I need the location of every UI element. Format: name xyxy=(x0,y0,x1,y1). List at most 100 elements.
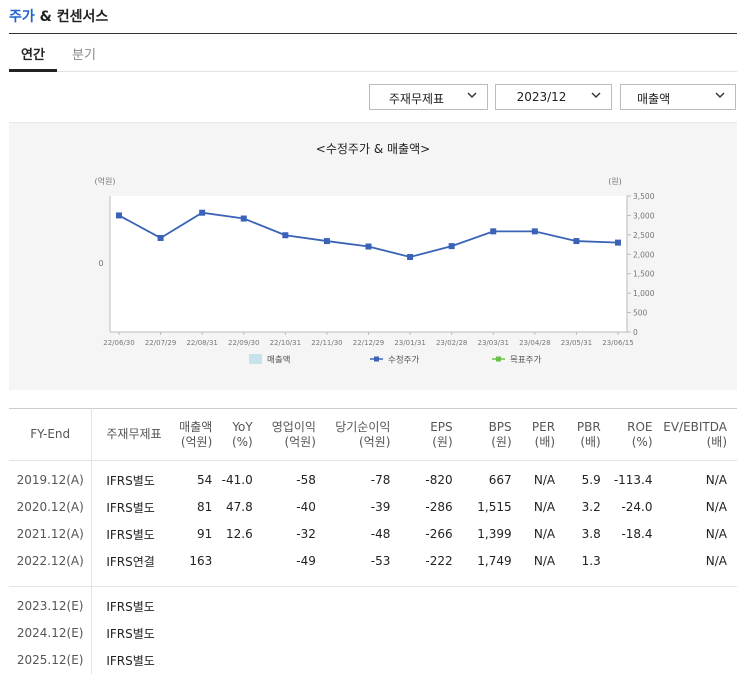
column-header-unit: (억원) xyxy=(284,434,316,449)
right-tick-label: 0 xyxy=(633,328,638,337)
cell-bps: 667 xyxy=(488,473,512,487)
cell-per: N/A xyxy=(533,554,556,568)
cell-eps xyxy=(396,593,460,620)
cell-per: N/A xyxy=(533,500,556,514)
period-tabs: 연간 분기 xyxy=(9,34,737,72)
data-point xyxy=(490,228,497,235)
x-tick-label: 22/11/30 xyxy=(311,339,342,347)
data-point xyxy=(116,212,122,219)
legend-label: 목표주가 xyxy=(510,356,541,366)
statement-select[interactable]: 주재무제표 xyxy=(369,84,488,110)
left-axis-unit: (억원) xyxy=(95,176,116,186)
cell-roe: -113.4 xyxy=(613,473,653,487)
legend-swatch xyxy=(249,354,262,364)
cell-fy: 2025.12(E) xyxy=(9,646,93,674)
period-select-value: 2023/12 xyxy=(516,90,567,104)
cell-eps xyxy=(396,620,460,647)
metric-select[interactable]: 매출액 xyxy=(620,84,736,110)
cell-eps: -266 xyxy=(425,527,453,541)
right-tick-label: 2,000 xyxy=(633,250,655,259)
cell-ev: N/A xyxy=(705,554,727,568)
column-header: 영업이익 (억원) xyxy=(261,409,324,461)
cell-eps: -286 xyxy=(425,500,453,514)
cell-sales: 91 xyxy=(197,527,213,541)
cell-roe xyxy=(609,548,661,575)
cell-roe xyxy=(609,593,661,620)
column-header-label: BPS xyxy=(488,419,512,434)
cell-pbr xyxy=(561,620,609,647)
right-tick-label: 1,000 xyxy=(633,289,655,298)
column-header: PBR (배) xyxy=(561,409,609,461)
column-header-unit: (원) xyxy=(491,434,512,449)
cell-pbr xyxy=(561,647,609,674)
column-header-label: EV/EBITDA xyxy=(663,419,727,434)
cell-yoy: 12.6 xyxy=(226,527,253,541)
right-tick-label: 500 xyxy=(633,309,648,318)
cell-yoy: 47.8 xyxy=(226,500,253,514)
column-header-unit: (%) xyxy=(231,434,253,449)
cell-yoy xyxy=(220,647,260,674)
table-row: 2024.12(E) IFRS별도 xyxy=(9,619,738,647)
cell-yoy xyxy=(220,548,260,575)
cell-ev xyxy=(661,620,738,647)
table-row: 2020.12(A) IFRS별도 81 47.8 -40 -39 -286 1,515 N/A… xyxy=(9,493,737,521)
price-sales-chart: (억원) (원) 0 0 500 1,000 1,500 2,000 2,500 3,000 3,5… xyxy=(95,176,655,366)
tab-quarterly[interactable]: 분기 xyxy=(72,44,96,63)
chart-panel: <수정주가 & 매출액> (억원) (원) 0 0 500 1,000 1,500 2,000… xyxy=(9,122,737,390)
cell-ev: N/A xyxy=(705,473,727,487)
column-header-label: ROE xyxy=(627,419,653,434)
cell-per xyxy=(520,620,561,647)
cell-std: IFRS별도 xyxy=(106,500,155,515)
x-tick-label: 23/02/28 xyxy=(436,339,467,347)
x-tick-label: 23/05/31 xyxy=(561,339,592,347)
column-header: PER (배) xyxy=(520,409,561,461)
legend-marker xyxy=(496,356,501,362)
data-point xyxy=(157,234,164,241)
chevron-down-icon xyxy=(591,92,601,98)
cell-fy: 2021.12(A) xyxy=(9,520,93,548)
cell-ev xyxy=(661,593,738,620)
cell-sales xyxy=(165,620,220,647)
x-tick-label: 22/07/29 xyxy=(145,339,176,347)
data-point xyxy=(615,239,621,246)
cell-pbr: 3.2 xyxy=(581,500,601,514)
x-tick-label: 23/01/31 xyxy=(394,339,425,347)
section-title-rest: & 컨센서스 xyxy=(34,9,109,25)
spacer-cell xyxy=(165,574,221,587)
cell-op: -32 xyxy=(296,527,316,541)
data-point xyxy=(365,243,372,250)
cell-bps: 1,515 xyxy=(477,500,512,514)
column-header: ROE (%) xyxy=(609,409,661,461)
cell-op xyxy=(261,593,324,620)
data-point xyxy=(573,238,580,245)
cell-bps xyxy=(461,593,520,620)
column-header-unit: (배) xyxy=(534,434,556,449)
right-tick-label: 3,000 xyxy=(633,211,655,220)
column-header-label: 매출액 xyxy=(179,419,213,434)
period-select[interactable]: 2023/12 xyxy=(495,84,612,110)
right-axis-unit: (원) xyxy=(608,177,622,186)
cell-fy: 2024.12(E) xyxy=(9,619,93,647)
cell-net xyxy=(324,647,397,674)
spacer-cell xyxy=(91,574,166,587)
column-header: YoY (%) xyxy=(220,409,260,461)
financial-table: FY-End 주재무제표 매출액 (억원) YoY (%) 영업이익 (억원) 당기순이익 (억원… xyxy=(9,408,737,674)
legend-label: 매출액 xyxy=(267,355,290,366)
cell-op: -49 xyxy=(296,554,316,568)
cell-yoy: -41.0 xyxy=(221,473,253,487)
tab-annual[interactable]: 연간 xyxy=(21,44,45,63)
data-point xyxy=(240,215,247,222)
spacer-cell xyxy=(608,574,661,587)
cell-op: -58 xyxy=(296,473,316,487)
column-header: EPS (원) xyxy=(396,409,460,461)
column-header-label: PBR xyxy=(576,419,601,434)
cell-fy: 2022.12(A) xyxy=(9,547,93,575)
active-tab-indicator xyxy=(9,69,57,72)
x-tick-label: 22/09/30 xyxy=(228,339,259,347)
spacer-cell xyxy=(323,574,397,587)
right-tick-label: 2,500 xyxy=(633,231,655,240)
table-header-row: FY-End 주재무제표 매출액 (억원) YoY (%) 영업이익 (억원) 당기순이익 (억원… xyxy=(9,408,737,461)
cell-std: IFRS별도 xyxy=(106,599,155,614)
cell-bps: 1,399 xyxy=(477,527,512,541)
cell-sales: 81 xyxy=(197,500,213,514)
